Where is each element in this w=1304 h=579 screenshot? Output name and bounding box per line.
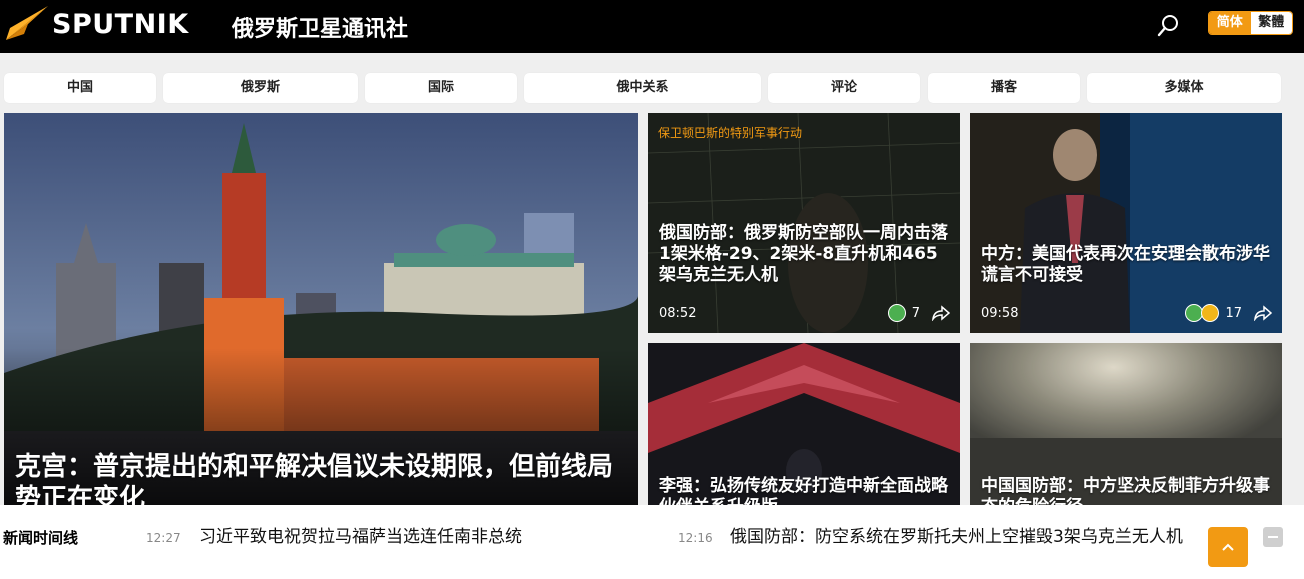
thumbs-up-icon xyxy=(887,304,906,322)
nav-item-russia[interactable]: 俄罗斯 xyxy=(163,73,358,103)
article-title[interactable]: 俄国防部：俄罗斯防空部队一周内击落1架米格-29、2架米-8直升机和465架乌克… xyxy=(659,223,954,286)
laugh-emoji-icon xyxy=(1201,304,1220,322)
share-icon[interactable] xyxy=(1254,305,1272,321)
share-icon[interactable] xyxy=(932,305,950,321)
article-title[interactable]: 中国国防部：中方坚决反制菲方升级事态的危险行径 xyxy=(981,476,1276,505)
article-card[interactable]: 中国国防部：中方坚决反制菲方升级事态的危险行径 xyxy=(970,343,1282,505)
article-image xyxy=(970,113,1282,333)
logo-text: SPUTNIK xyxy=(52,8,189,40)
chevron-up-icon xyxy=(1222,543,1234,551)
news-timeline: 新闻时间线 12:27 习近平致电祝贺拉马福萨当选连任南非总统 12:16 俄国… xyxy=(0,505,1304,579)
category-nav: 中国 俄罗斯 国际 俄中关系 评论 播客 多媒体 xyxy=(0,73,1304,103)
article-reactions: 17 xyxy=(1185,304,1272,322)
reaction-count: 7 xyxy=(911,305,920,321)
article-reactions: 7 xyxy=(887,304,950,322)
timeline-headline[interactable]: 习近平致电祝贺拉马福萨当选连任南非总统 xyxy=(199,526,659,549)
nav-item-multimedia[interactable]: 多媒体 xyxy=(1087,73,1281,103)
reaction-count: 17 xyxy=(1225,305,1242,321)
site-header: SPUTNIK 俄罗斯卫星通讯社 简体 繁體 xyxy=(0,0,1304,53)
article-card[interactable]: 保卫顿巴斯的特别军事行动 俄国防部：俄罗斯防空部队一周内击落1架米格-29、2架… xyxy=(648,113,960,333)
timeline-headline[interactable]: 俄国防部：防空系统在罗斯托夫州上空摧毁3架乌克兰无人机 xyxy=(730,526,1190,549)
article-tag[interactable]: 保卫顿巴斯的特别军事行动 xyxy=(658,124,802,141)
lang-simplified-button[interactable]: 简体 xyxy=(1209,12,1251,34)
nav-item-opinion[interactable]: 评论 xyxy=(768,73,920,103)
article-title[interactable]: 李强：弘扬传统友好打造中新全面战略伙伴关系升级版 xyxy=(659,476,954,505)
minimize-timeline-button[interactable] xyxy=(1263,527,1283,547)
article-time: 09:58 xyxy=(981,306,1019,321)
site-name[interactable]: 俄罗斯卫星通讯社 xyxy=(232,11,408,43)
timeline-label: 新闻时间线 xyxy=(3,529,79,547)
article-time: 08:52 xyxy=(659,306,697,321)
featured-title[interactable]: 克宫：普京提出的和平解决倡议未设期限，但前线局势正在变化 xyxy=(15,451,615,505)
article-title[interactable]: 中方：美国代表再次在安理会散布涉华谎言不可接受 xyxy=(981,244,1276,286)
lang-traditional-button[interactable]: 繁體 xyxy=(1250,12,1292,34)
nav-item-china[interactable]: 中国 xyxy=(4,73,156,103)
nav-item-international[interactable]: 国际 xyxy=(365,73,517,103)
sputnik-logo[interactable]: SPUTNIK xyxy=(4,4,189,44)
scroll-up-button[interactable] xyxy=(1208,527,1248,567)
nav-item-podcast[interactable]: 播客 xyxy=(928,73,1080,103)
featured-image xyxy=(4,113,638,505)
minus-icon xyxy=(1268,536,1278,538)
search-icon[interactable] xyxy=(1156,12,1182,38)
featured-article[interactable]: 克宫：普京提出的和平解决倡议未设期限，但前线局势正在变化 xyxy=(4,113,638,505)
timeline-time: 12:27 xyxy=(146,531,181,545)
article-card[interactable]: 李强：弘扬传统友好打造中新全面战略伙伴关系升级版 xyxy=(648,343,960,505)
article-card[interactable]: 中方：美国代表再次在安理会散布涉华谎言不可接受 09:58 17 xyxy=(970,113,1282,333)
language-switcher: 简体 繁體 xyxy=(1208,11,1293,35)
timeline-time: 12:16 xyxy=(678,531,713,545)
sputnik-logo-icon xyxy=(6,6,48,40)
nav-item-russia-china[interactable]: 俄中关系 xyxy=(524,73,761,103)
